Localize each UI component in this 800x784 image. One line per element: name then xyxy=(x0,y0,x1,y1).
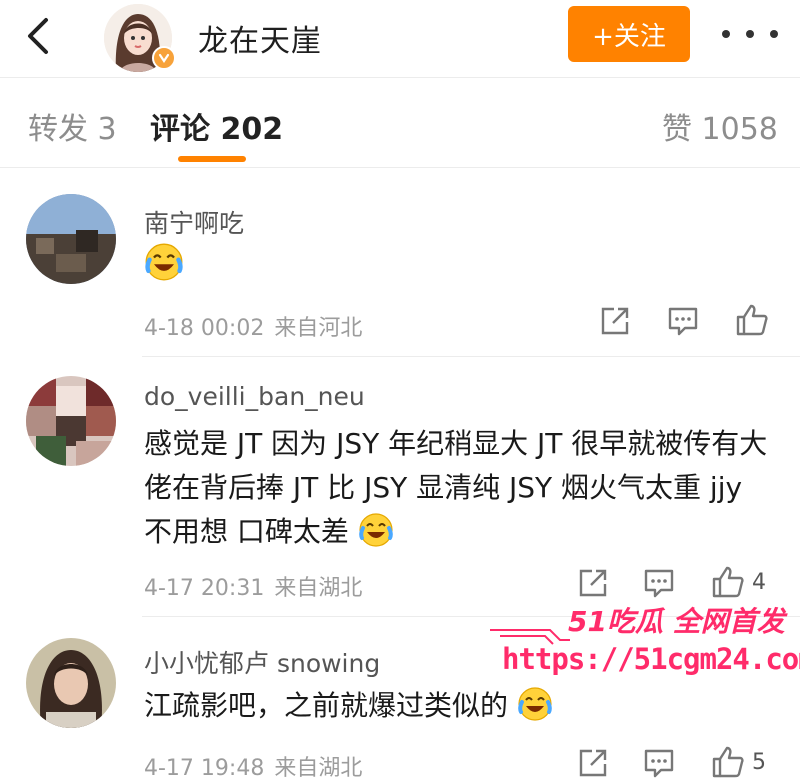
comment-date: 4-17 20:31 xyxy=(144,576,265,601)
watermark: 51吃瓜 全网首发 https://51cgm24.com xyxy=(490,596,800,686)
commenter-name[interactable]: 小小忧郁卢 snowing xyxy=(144,644,380,680)
share-icon[interactable] xyxy=(576,566,610,600)
commenter-name[interactable]: 南宁啊吃 xyxy=(144,204,244,240)
back-arrow-icon[interactable] xyxy=(16,14,60,58)
commenter-avatar[interactable] xyxy=(26,638,116,728)
watermark-url: https://51cgm24.com xyxy=(502,642,800,676)
thumbs-up-icon xyxy=(712,746,744,778)
commenter-name[interactable]: do_veilli_ban_neu xyxy=(144,382,365,411)
comment-meta: 4-17 19:48 来自湖北 xyxy=(144,750,372,782)
comment-body: 感觉是 JT 因为 JSY 年纪稍显大 JT 很早就被传有大佬在背后捧 JT 比… xyxy=(144,427,768,548)
commenter-avatar[interactable] xyxy=(26,194,116,284)
like-button[interactable] xyxy=(734,302,770,338)
comment-date: 4-18 00:02 xyxy=(144,316,265,341)
comment-text: 感觉是 JT 因为 JSY 年纪稍显大 JT 很早就被传有大佬在背后捧 JT 比… xyxy=(144,422,774,554)
thumbs-up-icon xyxy=(712,566,744,598)
comment-location: 来自河北 xyxy=(274,316,363,341)
tab-likes[interactable]: 赞 1058 xyxy=(662,104,778,148)
tab-reposts[interactable]: 转发 3 xyxy=(28,104,117,148)
more-dots-icon[interactable] xyxy=(722,16,778,52)
author-name[interactable]: 龙在天崖 xyxy=(198,16,322,60)
top-bar: 龙在天崖 +关注 xyxy=(0,0,800,78)
comment-meta: 4-18 00:02 来自河北 xyxy=(144,310,372,342)
comment-item: do_veilli_ban_neu 感觉是 JT 因为 JSY 年纪稍显大 JT… xyxy=(0,358,800,618)
laugh-cry-emoji-icon xyxy=(518,687,552,721)
tab-bar: 转发 3 评论 202 赞 1058 xyxy=(0,78,800,168)
laugh-cry-emoji-icon xyxy=(145,243,183,281)
comment-icon[interactable] xyxy=(642,746,676,780)
comment-text: 江疏影吧，之前就爆过类似的 xyxy=(144,684,774,728)
commenter-avatar[interactable] xyxy=(26,376,116,466)
comment-text xyxy=(144,242,774,288)
thumbs-up-icon xyxy=(736,304,768,336)
comment-location: 来自湖北 xyxy=(274,576,363,601)
watermark-title: 51吃瓜 全网首发 xyxy=(568,605,785,638)
comment-meta: 4-17 20:31 来自湖北 xyxy=(144,570,372,602)
comment-item: 南宁啊吃 4-18 00:02 来自河北 xyxy=(0,168,800,358)
like-count: 4 xyxy=(752,569,766,595)
share-icon[interactable] xyxy=(598,304,632,338)
like-button[interactable]: 5 xyxy=(710,744,766,780)
laugh-cry-emoji-icon xyxy=(359,513,393,547)
follow-button[interactable]: +关注 xyxy=(568,6,690,62)
comment-body: 江疏影吧，之前就爆过类似的 xyxy=(144,689,509,722)
comment-location: 来自湖北 xyxy=(274,756,363,781)
like-count: 5 xyxy=(752,749,766,775)
like-button[interactable]: 4 xyxy=(710,564,766,600)
verified-badge-icon xyxy=(152,46,176,70)
active-tab-indicator xyxy=(178,156,246,162)
comment-icon[interactable] xyxy=(666,304,700,338)
comment-date: 4-17 19:48 xyxy=(144,756,265,781)
comment-icon[interactable] xyxy=(642,566,676,600)
share-icon[interactable] xyxy=(576,746,610,780)
comment-divider xyxy=(142,356,800,357)
